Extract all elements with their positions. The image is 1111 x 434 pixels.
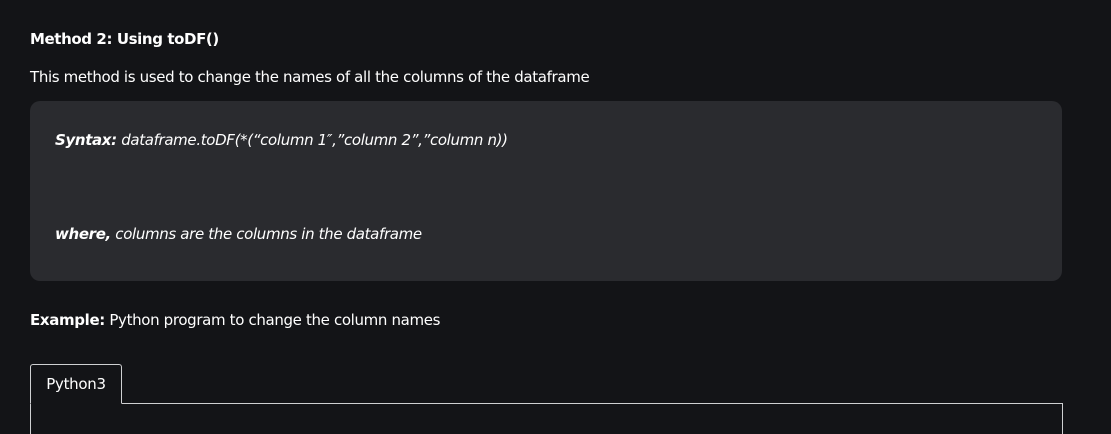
tab-python3[interactable]: Python3	[30, 364, 122, 404]
syntax-label: Syntax:	[55, 131, 117, 149]
example-label: Example:	[30, 311, 105, 329]
syntax-block: Syntax: dataframe.toDF(*(“column 1″,”col…	[30, 101, 1062, 281]
syntax-line: Syntax: dataframe.toDF(*(“column 1″,”col…	[55, 131, 508, 149]
example-text: Python program to change the column name…	[104, 311, 441, 329]
syntax-code: dataframe.toDF(*(“column 1″,”column 2”,”…	[116, 131, 508, 149]
example-line: Example: Python program to change the co…	[30, 311, 440, 329]
where-text: columns are the columns in the dataframe	[110, 225, 422, 243]
method-description: This method is used to change the names …	[30, 68, 590, 86]
code-block-frame	[30, 403, 1063, 434]
where-label: where,	[55, 225, 111, 243]
where-line: where, columns are the columns in the da…	[55, 225, 422, 243]
method-heading: Method 2: Using toDF()	[30, 30, 219, 48]
